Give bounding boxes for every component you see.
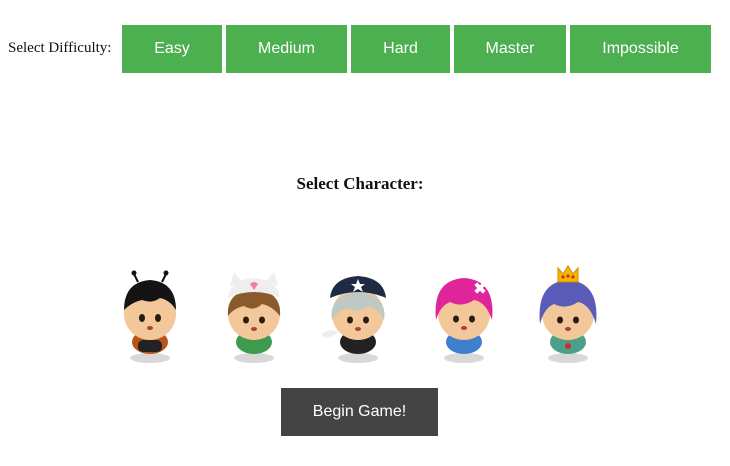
boy-black-hair-antennae-icon (124, 270, 176, 363)
pirate-girl-hat-icon (322, 276, 386, 363)
character-option-1[interactable] (112, 262, 188, 366)
difficulty-label: Select Difficulty: (8, 40, 112, 56)
difficulty-impossible-button[interactable]: Impossible (570, 25, 711, 73)
character-select-title: Select Character: (296, 174, 424, 193)
difficulty-master-button[interactable]: Master (454, 25, 566, 73)
character-option-4[interactable] (426, 262, 502, 366)
character-option-3[interactable] (320, 262, 396, 366)
difficulty-hard-button[interactable]: Hard (351, 25, 450, 73)
princess-crown-icon (539, 265, 597, 363)
pink-hair-girl-icon (435, 278, 493, 363)
begin-game-button[interactable]: Begin Game! (281, 388, 438, 436)
character-option-2[interactable] (216, 262, 292, 366)
difficulty-easy-button[interactable]: Easy (122, 25, 222, 73)
girl-cat-hat-icon (227, 272, 281, 363)
character-option-5[interactable] (530, 262, 606, 366)
difficulty-medium-button[interactable]: Medium (226, 25, 347, 73)
